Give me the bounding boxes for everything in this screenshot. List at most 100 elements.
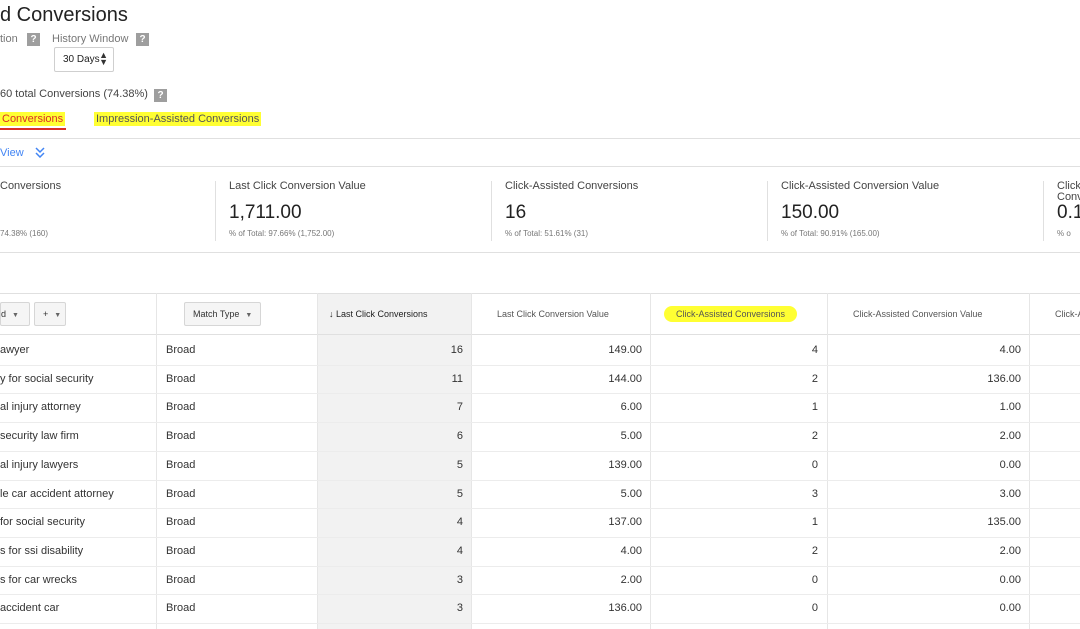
- scorecard-label: Conversions: [0, 180, 62, 192]
- keyword-cell: y for social security: [0, 372, 94, 385]
- keyword-cell: awyer: [0, 344, 30, 356]
- dimension-label: d: [1, 309, 7, 319]
- match-type-cell: Broad: [166, 344, 196, 356]
- history-window-value: 30 Days: [63, 54, 100, 65]
- click-assisted-value-cell: 0.00: [999, 602, 1021, 615]
- keyword-cell: s for car wrecks: [0, 573, 78, 586]
- view-link[interactable]: View: [0, 147, 24, 159]
- match-type-cell: Broad: [166, 458, 196, 471]
- last-click-value-cell: 136.00: [608, 602, 642, 615]
- click-assisted-conversions-cell: 0: [811, 602, 818, 615]
- column-header-last-click-value[interactable]: Last Click Conversion Value: [497, 309, 609, 319]
- divider: [0, 252, 1080, 253]
- click-assisted-value-cell: 0.00: [999, 573, 1021, 586]
- column-divider: [156, 293, 157, 629]
- last-click-conversions-cell: 7: [456, 401, 463, 414]
- caret-down-icon: ▼: [12, 312, 19, 319]
- last-click-value-cell: 6.00: [620, 401, 642, 414]
- help-icon[interactable]: ?: [136, 33, 149, 46]
- last-click-value-cell: 144.00: [608, 372, 642, 385]
- scorecard-value: 16: [505, 202, 527, 223]
- scorecard-sub: % o: [1057, 229, 1071, 238]
- summary-text: 60 total Conversions (74.38%): [0, 88, 148, 100]
- divider: [215, 181, 216, 241]
- scorecard-sub: % of Total: 97.66% (1,752.00): [229, 229, 335, 238]
- scorecard-last-click-value[interactable]: Last Click Conversion Value 1,711.00 % o…: [229, 180, 489, 242]
- scorecard-label: Last Click Conversion Value: [229, 180, 366, 192]
- click-assisted-value-cell: 3.00: [999, 487, 1021, 500]
- match-type-cell: Broad: [166, 430, 196, 443]
- last-click-conversions-cell: 16: [450, 344, 463, 356]
- sort-arrow-icon: ↓: [329, 309, 334, 319]
- column-divider: [650, 293, 651, 629]
- keyword-cell: al injury attorney: [0, 401, 81, 414]
- scorecard-next[interactable]: Click Conv 0.1 % o: [1057, 180, 1080, 242]
- divider: [0, 166, 1080, 167]
- click-assisted-conversions-cell: 0: [811, 573, 818, 586]
- help-icon[interactable]: ?: [27, 33, 40, 46]
- click-assisted-conversions-cell: 1: [811, 401, 818, 414]
- last-click-value-cell: 149.00: [608, 344, 642, 356]
- divider: [1043, 181, 1044, 241]
- match-type-cell: Broad: [166, 516, 196, 529]
- row-divider: [0, 594, 1080, 596]
- match-type-button[interactable]: Match Type ▼: [184, 302, 261, 326]
- keyword-dimension-button[interactable]: d ▼: [0, 302, 30, 326]
- tab-click-assisted-conversions[interactable]: Conversions: [0, 112, 66, 126]
- scorecard-value: 150.00: [781, 202, 840, 223]
- match-type-cell: Broad: [166, 487, 196, 500]
- match-type-label: Match Type: [193, 309, 240, 319]
- scorecard-click-assisted-value[interactable]: Click-Assisted Conversion Value 150.00 %…: [781, 180, 1041, 242]
- add-label: +: [43, 309, 49, 319]
- history-window-select[interactable]: 30 Days ▲ ▼: [54, 47, 114, 72]
- help-icon[interactable]: ?: [154, 89, 167, 102]
- last-click-conversions-cell: 4: [456, 516, 463, 529]
- keyword-cell: al injury lawyers: [0, 458, 79, 471]
- history-window-label: History Window: [52, 33, 129, 45]
- select-arrows-icon: ▲ ▼: [99, 50, 108, 67]
- column-header-click-assisted-value[interactable]: Click-Assisted Conversion Value: [853, 309, 982, 319]
- last-click-conversions-cell: 3: [456, 573, 463, 586]
- column-divider: [317, 293, 318, 629]
- divider: [491, 181, 492, 241]
- last-click-conversions-cell: 6: [456, 430, 463, 443]
- add-dimension-button[interactable]: + ▼: [34, 302, 66, 326]
- column-header-click-assisted-conversions[interactable]: Click-Assisted Conversions: [664, 306, 798, 322]
- column-header-next[interactable]: Click-A: [1055, 309, 1080, 319]
- row-divider: [0, 565, 1080, 567]
- click-assisted-value-cell: 2.00: [999, 430, 1021, 443]
- click-assisted-conversions-cell: 2: [811, 544, 818, 557]
- match-type-cell: Broad: [166, 544, 196, 557]
- caret-down-icon: ▼: [54, 312, 62, 319]
- last-click-value-cell: 5.00: [620, 487, 642, 500]
- click-assisted-value-cell: 1.00: [999, 401, 1021, 414]
- double-chevron-down-icon[interactable]: [35, 147, 45, 158]
- page-title: d Conversions: [0, 4, 128, 26]
- tab-impression-assisted-conversions[interactable]: Impression-Assisted Conversions: [94, 112, 262, 126]
- click-assisted-conversions-cell: 3: [811, 487, 818, 500]
- click-assisted-conversions-cell: 2: [811, 430, 818, 443]
- scorecard-value: 0.1: [1057, 202, 1080, 223]
- last-click-value-cell: 4.00: [620, 544, 642, 557]
- scorecard-click-assisted[interactable]: Click-Assisted Conversions 16 % of Total…: [505, 180, 765, 242]
- row-divider: [0, 536, 1080, 538]
- match-type-cell: Broad: [166, 602, 196, 615]
- click-assisted-value-cell: 2.00: [999, 544, 1021, 557]
- attribution-label: tion: [0, 33, 18, 45]
- click-assisted-value-cell: 136.00: [987, 372, 1021, 385]
- scorecard-label: Click-Assisted Conversions: [505, 180, 639, 192]
- divider: [767, 181, 768, 241]
- last-click-value-cell: 2.00: [620, 573, 642, 586]
- scorecard-sub: % of Total: 51.61% (31): [505, 229, 589, 238]
- divider: [0, 138, 1080, 139]
- column-divider: [1029, 293, 1030, 629]
- row-divider: [0, 479, 1080, 481]
- last-click-conversions-cell: 11: [451, 372, 463, 385]
- header-label: Last Click Conversions: [336, 309, 428, 319]
- column-header-last-click-conversions[interactable]: ↓ Last Click Conversions: [329, 309, 428, 319]
- scorecard-conversions[interactable]: Conversions 74.38% (160): [0, 180, 215, 242]
- keyword-cell: for social security: [0, 516, 85, 529]
- keyword-cell: accident car: [0, 602, 60, 615]
- click-assisted-conversions-cell: 2: [811, 372, 818, 385]
- row-divider: [0, 623, 1080, 624]
